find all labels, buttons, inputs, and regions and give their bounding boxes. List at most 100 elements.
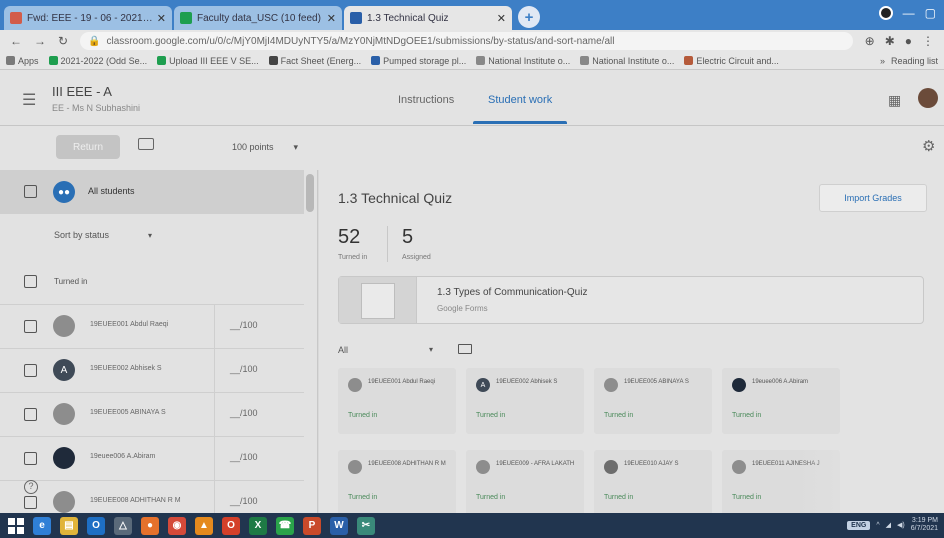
chevron-down-icon[interactable]: ▾ — [429, 345, 433, 354]
bookmark[interactable]: National Institute o... — [476, 56, 570, 66]
bookmark[interactable]: National Institute o... — [580, 56, 674, 66]
profile-icon[interactable] — [878, 6, 893, 20]
gear-icon[interactable]: ⚙ — [922, 137, 935, 155]
extensions-icon[interactable]: ✱ — [885, 34, 895, 48]
avatar — [348, 378, 362, 392]
help-icon[interactable]: ? — [24, 480, 38, 494]
status-filter-select[interactable]: All — [338, 345, 348, 355]
section-checkbox[interactable] — [24, 275, 37, 288]
close-icon[interactable]: ✕ — [157, 12, 166, 25]
attachment-title: 1.3 Types of Communication-Quiz — [437, 287, 588, 298]
grade-input[interactable]: __/100 — [230, 496, 258, 506]
language-indicator[interactable]: ENG — [847, 520, 871, 530]
points-select[interactable]: 100 points ▾ — [232, 142, 298, 153]
attachment-card[interactable]: 1.3 Types of Communication-Quiz Google F… — [338, 276, 924, 324]
all-students-row[interactable]: ●● All students — [0, 170, 304, 214]
bookmark[interactable]: Apps — [6, 56, 39, 66]
reading-list[interactable]: » Reading list — [880, 56, 938, 66]
vlc-icon[interactable]: ▲ — [195, 516, 213, 535]
student-checkbox[interactable] — [24, 364, 37, 377]
return-button[interactable]: Return — [56, 135, 120, 159]
bookmark[interactable]: Upload III EEE V SE... — [157, 56, 259, 66]
student-name: 19euee006 A.Abiram — [90, 453, 156, 460]
grade-input[interactable]: __/100 — [230, 320, 258, 330]
browser-tab[interactable]: Fwd: EEE - 19 - 06 - 2021 - subm ✕ — [4, 6, 172, 30]
zoom-icon[interactable]: ⊕ — [865, 34, 875, 48]
folder-icon[interactable] — [458, 344, 472, 354]
student-checkbox[interactable] — [24, 408, 37, 421]
bookmark[interactable]: Electric Circuit and... — [684, 56, 779, 66]
student-card[interactable]: 19EUEE005 ABINAYA S Turned in — [594, 368, 712, 434]
main-menu-icon[interactable]: ☰ — [22, 90, 36, 110]
network-icon[interactable]: ◢ — [886, 521, 891, 529]
student-card[interactable]: 19euee006 A.Abiram Turned in — [722, 368, 840, 434]
new-tab-button[interactable]: + — [518, 6, 540, 28]
close-icon[interactable]: ✕ — [327, 12, 336, 25]
student-row[interactable]: 19euee006 A.Abiram __/100 — [0, 436, 304, 481]
clock[interactable]: 3:19 PM 6/7/2021 — [911, 517, 938, 533]
apps-grid-icon[interactable]: ▦ — [888, 92, 901, 109]
email-icon[interactable] — [138, 138, 154, 150]
status-label: Turned in — [348, 494, 378, 501]
windows-start-icon[interactable] — [8, 517, 24, 534]
menu-icon[interactable]: ⋮ — [922, 34, 934, 48]
select-all-checkbox[interactable] — [24, 185, 37, 198]
student-row[interactable]: 19EUEE001 Abdul Raeqi __/100 — [0, 304, 304, 349]
student-card[interactable]: 19EUEE008 ADHITHAN R M Turned in — [338, 450, 456, 513]
minimize-icon[interactable]: — — [903, 6, 915, 20]
chevron-up-icon[interactable]: ^ — [876, 522, 879, 529]
outlook-icon[interactable]: O — [87, 516, 105, 535]
back-icon[interactable]: ← — [10, 34, 22, 48]
word-icon[interactable]: W — [330, 516, 348, 535]
edge-icon[interactable]: e — [33, 516, 51, 535]
student-checkbox[interactable] — [24, 452, 37, 465]
bookmark[interactable]: 2021-2022 (Odd Se... — [48, 56, 147, 66]
tab-student-work[interactable]: Student work — [488, 94, 552, 106]
avatar — [604, 378, 618, 392]
whatsapp-icon[interactable]: ☎ — [276, 516, 294, 535]
file-explorer-icon[interactable]: ▤ — [60, 516, 78, 535]
import-grades-button[interactable]: Import Grades — [819, 184, 927, 212]
group-icon: ●● — [53, 181, 75, 203]
close-icon[interactable]: ✕ — [497, 12, 506, 25]
bookmark[interactable]: Pumped storage pl... — [371, 56, 466, 66]
student-card[interactable]: 19EUEE010 AJAY S Turned in — [594, 450, 712, 513]
student-row[interactable]: 19EUEE008 ADHITHAN R M __/100 — [0, 480, 304, 513]
status-label: Turned in — [604, 412, 634, 419]
bookmark[interactable]: Fact Sheet (Energ... — [268, 56, 361, 66]
photos-icon[interactable]: △ — [114, 516, 132, 535]
scrollbar[interactable] — [306, 174, 314, 212]
firefox-icon[interactable]: ● — [141, 516, 159, 535]
student-row[interactable]: A 19EUEE002 Abhisek S __/100 — [0, 348, 304, 393]
grade-input[interactable]: __/100 — [230, 364, 258, 374]
powerpoint-icon[interactable]: P — [303, 516, 321, 535]
avatar[interactable] — [918, 88, 938, 108]
url-field[interactable]: 🔒 classroom.google.com/u/0/c/MjY0MjI4MDU… — [80, 32, 853, 50]
student-checkbox[interactable] — [24, 320, 37, 333]
sort-by-select[interactable]: Sort by status — [54, 230, 109, 240]
chrome-icon[interactable]: ◉ — [168, 516, 186, 535]
student-card[interactable]: 19EUEE001 Abdul Raeqi Turned in — [338, 368, 456, 434]
snipping-icon[interactable]: ✂ — [357, 516, 375, 535]
volume-icon[interactable]: ◀) — [897, 521, 905, 529]
chevron-down-icon[interactable]: ▾ — [148, 231, 152, 240]
student-card[interactable]: 19EUEE009 - AFRA LAKATH Turned in — [466, 450, 584, 513]
maximize-icon[interactable]: ▢ — [925, 6, 936, 20]
student-checkbox[interactable] — [24, 496, 37, 509]
student-card[interactable]: A 19EUEE002 Abhisek S Turned in — [466, 368, 584, 434]
excel-icon[interactable]: X — [249, 516, 267, 535]
student-row[interactable]: 19EUEE005 ABINAYA S __/100 — [0, 392, 304, 437]
browser-tab-active[interactable]: 1.3 Technical Quiz ✕ — [344, 6, 512, 30]
office-icon[interactable]: O — [222, 516, 240, 535]
forward-icon[interactable]: → — [34, 34, 46, 48]
tab-title: 1.3 Technical Quiz — [367, 12, 449, 24]
reload-icon[interactable]: ↻ — [58, 34, 68, 48]
profile-icon[interactable]: ● — [905, 34, 912, 48]
grade-input[interactable]: __/100 — [230, 408, 258, 418]
class-name[interactable]: III EEE - A — [52, 84, 112, 99]
tab-instructions[interactable]: Instructions — [398, 94, 454, 106]
section-header-turned-in: Turned in — [54, 277, 88, 286]
grade-input[interactable]: __/100 — [230, 452, 258, 462]
gmail-tab-icon — [10, 12, 22, 24]
browser-tab[interactable]: Faculty data_USC (10 feed) ✕ — [174, 6, 342, 30]
